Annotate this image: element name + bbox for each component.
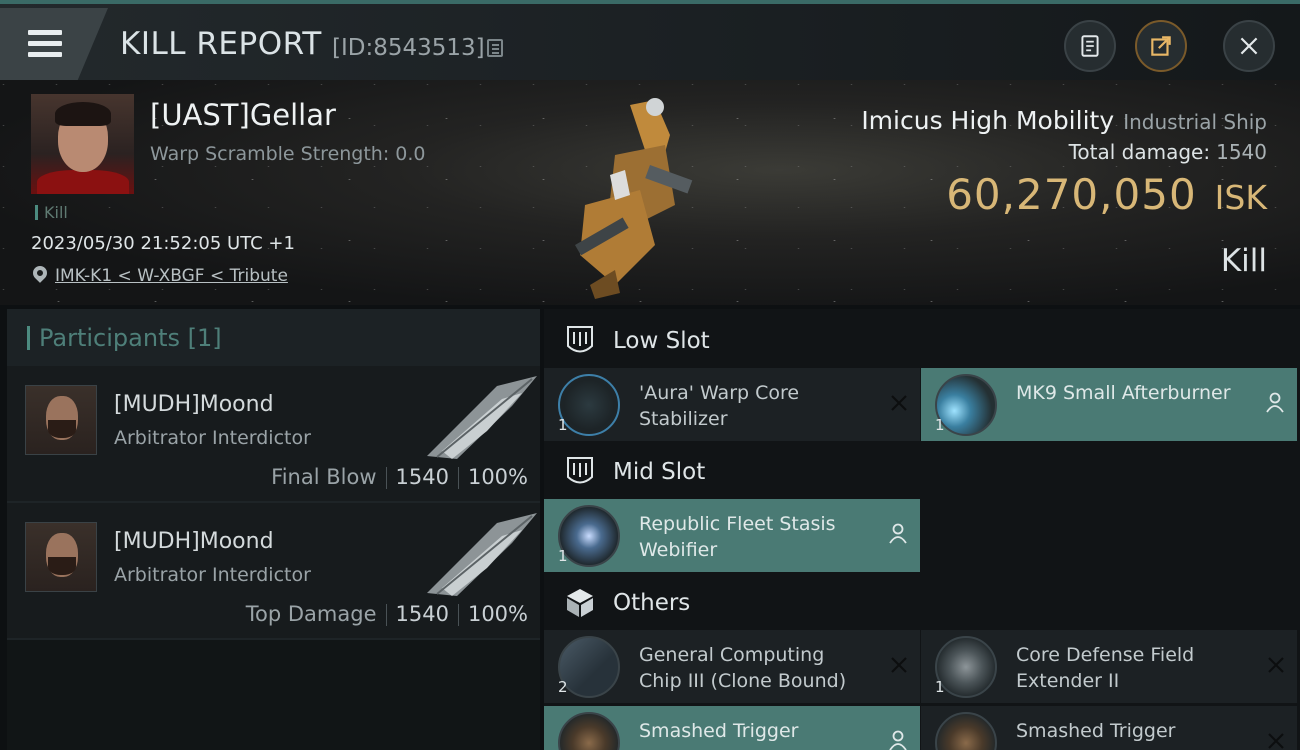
module-item[interactable]: 1 Core Defense Field Extender II (921, 630, 1297, 703)
dropped-person-icon (889, 730, 907, 750)
share-icon (1151, 36, 1171, 56)
total-damage-label: Total damage: (1068, 140, 1211, 164)
participant-row[interactable]: [MUDH]Moond Arbitrator Interdictor Top D… (7, 503, 540, 640)
others-header: Others (544, 573, 1300, 632)
low-slot-title: Low Slot (613, 327, 710, 354)
destroyed-x-icon (1268, 733, 1284, 749)
participant-name[interactable]: [MUDH]Moond (114, 529, 274, 554)
participant-stats: Final Blow 1540 100% (271, 465, 528, 489)
low-slot-icon (567, 325, 593, 352)
module-name: Smashed Trigger (1016, 720, 1176, 742)
participant-damage: 1540 (395, 602, 449, 626)
participant-avatar[interactable] (25, 385, 97, 455)
low-slot-header: Low Slot (544, 311, 1300, 370)
module-item[interactable]: 1 'Aura' Warp Core Stabilizer (544, 368, 920, 441)
mid-slot-icon (567, 456, 593, 483)
clipboard-button[interactable] (1064, 20, 1116, 72)
total-damage-value: 1540 (1216, 140, 1267, 164)
mid-slot-title: Mid Slot (613, 458, 706, 485)
module-item[interactable]: 2 General Computing Chip III (Clone Boun… (544, 630, 920, 703)
participants-panel: Participants [1] [MUDH]Moond Arbitrator … (7, 309, 540, 750)
module-name: Core Defense Field Extender II (1016, 644, 1195, 692)
participant-avatar[interactable] (25, 522, 97, 592)
menu-icon-bar (28, 52, 62, 57)
participant-row[interactable]: [MUDH]Moond Arbitrator Interdictor Final… (7, 366, 540, 503)
close-button[interactable] (1223, 20, 1275, 72)
module-name: Smashed Trigger (639, 720, 799, 742)
divider (457, 604, 459, 626)
avatar-beard (48, 420, 76, 438)
participant-name[interactable]: [MUDH]Moond (114, 392, 274, 417)
module-item[interactable]: Smashed Trigger (544, 706, 920, 750)
avatar-hair (55, 102, 111, 126)
dropped-person-icon (1266, 392, 1284, 413)
page-title: KILL REPORT (120, 26, 322, 62)
participant-ship-image (427, 376, 537, 459)
destroyed-x-icon (891, 395, 907, 411)
module-name: 'Aura' Warp Core Stabilizer (639, 382, 800, 430)
module-name: MK9 Small Afterburner (1016, 382, 1231, 404)
participants-header: Participants [1] (7, 309, 540, 366)
participant-percent: 100% (467, 465, 528, 489)
module-quantity: 1 (935, 416, 945, 434)
participants-heading: Participants [1] (27, 325, 222, 350)
kill-tag: Kill (35, 205, 68, 221)
kill-datetime: 2023/05/30 21:52:05 UTC +1 (31, 233, 295, 254)
header-bar: KILL REPORT [ID:8543513] (0, 0, 1300, 80)
victim-avatar[interactable] (31, 94, 134, 194)
victim-ship-image (575, 98, 693, 299)
divider (457, 467, 459, 489)
module-quantity: 1 (558, 416, 568, 434)
divider (385, 604, 387, 626)
participant-ship: Arbitrator Interdictor (114, 427, 311, 449)
fitted-modules-panel: Low Slot 1 'Aura' Warp Core Stabilizer 1… (544, 309, 1300, 750)
participant-ship: Arbitrator Interdictor (114, 564, 311, 586)
victim-name[interactable]: [UAST]Gellar (150, 98, 336, 132)
isk-unit: ISK (1214, 178, 1267, 217)
module-item[interactable]: 1 Republic Fleet Stasis Webifier (544, 499, 920, 572)
module-name: Republic Fleet Stasis Webifier (639, 513, 836, 561)
participant-ship-image (427, 513, 537, 596)
participant-percent: 100% (467, 602, 528, 626)
menu-icon (28, 30, 62, 35)
module-item[interactable]: 1 MK9 Small Afterburner (921, 368, 1297, 441)
avatar-suit (37, 170, 129, 194)
participant-role: Top Damage (245, 602, 377, 626)
smashed-trigger-icon (935, 712, 997, 750)
victim-summary-panel: [UAST]Gellar Warp Scramble Strength: 0.0… (0, 80, 1300, 305)
ship-name-line: Imicus High Mobility Industrial Ship (861, 106, 1267, 135)
divider (385, 467, 387, 489)
module-quantity: 2 (558, 678, 568, 696)
warp-scramble-strength: Warp Scramble Strength: 0.0 (150, 143, 426, 165)
ship-class: Industrial Ship (1123, 110, 1267, 134)
smashed-trigger-icon (558, 712, 620, 750)
menu-icon-bar (28, 41, 62, 46)
avatar-beard (48, 557, 76, 575)
module-name: General Computing Chip III (Clone Bound) (639, 644, 847, 692)
report-id: [ID:8543513] (332, 35, 485, 61)
total-damage: Total damage: 1540 (1069, 140, 1267, 164)
ship-name[interactable]: Imicus High Mobility (861, 106, 1114, 135)
isk-value: 60,270,050 ISK (946, 170, 1267, 219)
close-icon (1240, 37, 1258, 55)
module-item[interactable]: Smashed Trigger (921, 706, 1297, 750)
dropped-person-icon (889, 523, 907, 544)
others-title: Others (613, 589, 691, 616)
module-quantity: 1 (935, 678, 945, 696)
destroyed-x-icon (891, 657, 907, 673)
participant-role: Final Blow (271, 465, 377, 489)
mid-slot-header: Mid Slot (544, 442, 1300, 501)
copy-icon[interactable] (487, 39, 503, 57)
others-cube-icon (567, 588, 593, 617)
kill-result: Kill (1220, 243, 1267, 279)
isk-amount: 60,270,050 (946, 170, 1197, 219)
menu-button[interactable] (0, 8, 108, 80)
destroyed-x-icon (1268, 657, 1284, 673)
participant-stats: Top Damage 1540 100% (246, 602, 528, 626)
share-button[interactable] (1135, 20, 1187, 72)
location-link[interactable]: IMK-K1 < W-XBGF < Tribute (55, 266, 288, 286)
participant-damage: 1540 (395, 465, 449, 489)
module-quantity: 1 (558, 547, 568, 565)
clipboard-icon (1081, 35, 1099, 57)
